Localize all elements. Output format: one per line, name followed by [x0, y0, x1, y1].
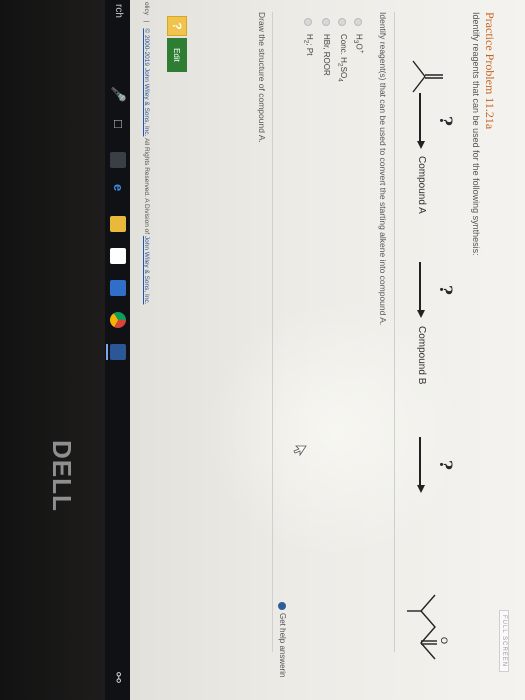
page-footer: olicy | © 2000-2019 John Wiley & Sons, I… [143, 2, 150, 305]
windows-store-icon[interactable] [110, 280, 126, 296]
radio-conc-h2so4[interactable] [338, 18, 347, 26]
browser-screen: FULL SCREEN Practice Problem 11.21a Iden… [130, 0, 525, 700]
rights-text: All Rights Reserved. A Division of [143, 137, 150, 235]
mail-icon[interactable] [110, 248, 126, 264]
starting-alkene-structure [412, 60, 443, 93]
word-icon[interactable] [110, 344, 126, 360]
laptop-bezel: DELL [0, 0, 105, 700]
step3-arrow [419, 437, 421, 487]
product-ketone-structure [407, 594, 437, 660]
compound-a-label: Compound A [416, 156, 427, 214]
step2-question-mark: ? [435, 285, 455, 295]
edge-browser-icon[interactable]: e [110, 184, 126, 191]
option-h2-pt-label: H2; Pt [302, 34, 314, 56]
step1-question-mark: ? [435, 116, 455, 126]
microphone-icon[interactable]: 🎤 [110, 86, 126, 102]
problem-title: Practice Problem 11.21a [483, 12, 497, 130]
policy-link[interactable]: olicy [143, 2, 150, 15]
get-help-link[interactable]: Get help answerin [278, 602, 287, 677]
radio-hbr-roor[interactable] [322, 18, 331, 26]
copyright-link[interactable]: © 2000-2019 John Wiley & Sons, Inc. [143, 28, 150, 136]
problem-subtitle: Identify reagents that can be used for t… [471, 12, 481, 256]
windows-taskbar: rch 🎤 □ e ⚯ [105, 0, 130, 700]
step3-arrow-head [417, 485, 425, 493]
compound-b-label: Compound B [416, 326, 427, 385]
option-h3o[interactable]: H3O+ [352, 18, 365, 54]
question1-prompt: Identify reagent(s) that can be used to … [378, 12, 388, 326]
oxygen-label: O [439, 637, 449, 644]
step1-arrow-head [417, 141, 425, 149]
option-h3o-label: H3O+ [351, 34, 365, 54]
active-app-indicator [106, 344, 108, 360]
edit-button[interactable]: Edit [167, 38, 187, 72]
option-hbr-roor-label: HBr, ROOR [322, 34, 331, 76]
task-view-icon[interactable]: □ [110, 120, 126, 128]
rotated-laptop: FULL SCREEN Practice Problem 11.21a Iden… [0, 0, 525, 700]
file-explorer-icon[interactable] [110, 216, 126, 232]
step3-question-mark: ? [435, 460, 455, 470]
option-conc-h2so4-label: Conc. H2SO4 [336, 34, 348, 82]
mouse-cursor-icon [293, 445, 307, 457]
chrome-icon[interactable] [110, 312, 126, 328]
step2-arrow [419, 262, 421, 312]
photo-stage: FULL SCREEN Practice Problem 11.21a Iden… [0, 0, 525, 700]
footer-separator: | [143, 20, 150, 23]
step2-arrow-head [417, 310, 425, 318]
fullscreen-button[interactable]: FULL SCREEN [499, 610, 509, 673]
radio-h2-pt[interactable] [304, 18, 313, 26]
get-help-label: Get help answerin [278, 613, 287, 678]
people-icon[interactable]: ⚯ [110, 672, 126, 683]
option-conc-h2so4[interactable]: Conc. H2SO4 [336, 18, 348, 82]
option-hbr-roor[interactable]: HBr, ROOR [322, 18, 331, 76]
company-link[interactable]: John Wiley & Sons, Inc. [143, 236, 150, 305]
section-divider-1 [394, 12, 395, 652]
step1-arrow [419, 93, 421, 143]
dell-logo: DELL [47, 440, 77, 512]
taskbar-search[interactable]: rch [113, 4, 124, 18]
section-divider-2 [272, 12, 273, 652]
radio-h3o[interactable] [354, 18, 363, 26]
store-icon[interactable] [110, 152, 126, 168]
help-icon [278, 602, 287, 610]
question2-prompt: Draw the structure of compound A. [257, 12, 267, 143]
help-question-box[interactable]: ? [167, 16, 187, 36]
option-h2-pt[interactable]: H2; Pt [302, 18, 314, 56]
synthesis-scheme: O [407, 60, 449, 660]
